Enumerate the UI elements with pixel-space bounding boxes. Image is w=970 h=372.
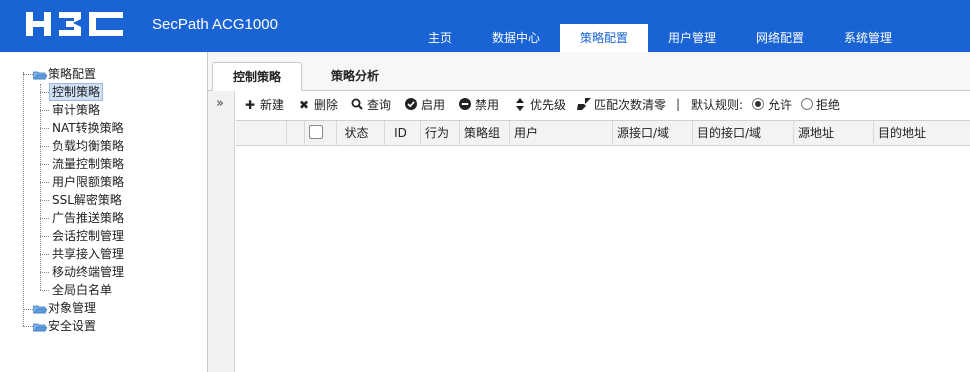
tree-connector — [40, 110, 49, 111]
top-header: SecPath ACG1000 主页 数据中心 策略配置 用户管理 网络配置 系… — [0, 0, 970, 52]
disable-label: 禁用 — [475, 98, 500, 112]
tree-connector — [40, 290, 49, 291]
tree-item-audit-policy[interactable]: 审计策略 — [52, 101, 100, 119]
tree-item-load-balance-policy[interactable]: 负载均衡策略 — [52, 137, 124, 155]
column-header-src-address[interactable]: 源地址 — [793, 121, 873, 145]
column-header-dst-interface[interactable]: 目的接口/域 — [692, 121, 793, 145]
clear-match-count-label: 匹配次数清零 — [594, 98, 667, 112]
product-name: SecPath ACG1000 — [152, 16, 278, 33]
column-header-user[interactable]: 用户 — [509, 121, 612, 145]
folder-icon — [33, 323, 47, 332]
tab-policy-analysis[interactable]: 策略分析 — [310, 62, 400, 91]
expand-panel-icon[interactable]: » — [216, 96, 224, 111]
default-rule-label: 默认规则: — [691, 98, 744, 112]
query-label: 查询 — [367, 98, 392, 112]
priority-label: 优先级 — [530, 98, 567, 112]
minus-circle-icon — [458, 97, 472, 113]
column-header-src-interface[interactable]: 源接口/域 — [612, 121, 692, 145]
column-header-status[interactable]: 状态 — [336, 121, 376, 145]
nav-home[interactable]: 主页 — [396, 24, 484, 52]
tree-connector — [40, 146, 49, 147]
tree-connector — [23, 72, 24, 326]
nav-user-management[interactable]: 用户管理 — [648, 24, 736, 52]
collapse-strip — [208, 91, 235, 372]
disable-button[interactable]: 禁用 — [458, 97, 499, 113]
tree-connector — [23, 309, 33, 310]
tree-connector — [23, 326, 33, 327]
tree-item-nat-policy[interactable]: NAT转换策略 — [52, 119, 124, 137]
nav-data-center[interactable]: 数据中心 — [472, 24, 560, 52]
h3c-logo — [26, 12, 123, 36]
new-label: 新建 — [260, 98, 285, 112]
folder-icon — [33, 305, 47, 314]
nav-system-management[interactable]: 系统管理 — [824, 24, 912, 52]
tree-connector — [40, 164, 49, 165]
delete-button[interactable]: ✖ 删除 — [297, 97, 338, 113]
deny-label[interactable]: 拒绝 — [816, 97, 840, 113]
x-icon: ✖ — [298, 98, 310, 112]
enable-label: 启用 — [421, 98, 446, 112]
tree-connector — [40, 236, 49, 237]
priority-button[interactable]: 优先级 — [513, 97, 566, 113]
tree-connector — [40, 254, 49, 255]
enable-button[interactable]: 启用 — [404, 97, 445, 113]
new-button[interactable]: ✚ 新建 — [243, 97, 284, 113]
tree-connector — [40, 218, 49, 219]
nav-policy-config[interactable]: 策略配置 — [560, 24, 648, 52]
nav-network-config[interactable]: 网络配置 — [736, 24, 824, 52]
table-header-cell — [286, 121, 304, 145]
tree-item-ad-push-policy[interactable]: 广告推送策略 — [52, 209, 124, 227]
tree-item-control-policy[interactable]: 控制策略 — [49, 83, 104, 101]
select-all-checkbox[interactable] — [309, 125, 323, 139]
check-circle-icon — [404, 97, 418, 113]
tree-connector — [40, 84, 41, 290]
tree-connector — [40, 200, 49, 201]
column-header-id[interactable]: ID — [384, 121, 416, 145]
allow-label[interactable]: 允许 — [768, 97, 792, 113]
column-header-dst-address[interactable]: 目的地址 — [873, 121, 970, 145]
broom-icon — [577, 97, 591, 113]
clear-match-count-button[interactable]: 匹配次数清零 — [577, 97, 666, 113]
search-icon — [350, 97, 364, 113]
tree-item-user-quota-policy[interactable]: 用户限额策略 — [52, 173, 124, 191]
table-body — [236, 146, 970, 372]
deny-radio[interactable] — [801, 98, 813, 110]
tree-item-ssl-decrypt-policy[interactable]: SSL解密策略 — [52, 191, 122, 209]
tree-connector — [40, 272, 49, 273]
tree-item-traffic-control-policy[interactable]: 流量控制策略 — [52, 155, 124, 173]
delete-label: 删除 — [314, 98, 339, 112]
tree-item-mobile-terminal[interactable]: 移动终端管理 — [52, 263, 124, 281]
column-header-action[interactable]: 行为 — [420, 121, 458, 145]
tree-item-policy-config[interactable]: 策略配置 — [48, 65, 96, 83]
column-header-policy-group[interactable]: 策略组 — [459, 121, 509, 145]
tree-item-session-control[interactable]: 会话控制管理 — [52, 227, 124, 245]
tree-item-global-whitelist[interactable]: 全局白名单 — [52, 281, 112, 299]
tree-connector — [23, 74, 33, 75]
tree-connector — [40, 182, 49, 183]
query-button[interactable]: 查询 — [350, 97, 391, 113]
tree-item-object-management[interactable]: 对象管理 — [48, 299, 96, 317]
folder-open-icon — [33, 71, 47, 80]
tree-connector — [40, 92, 49, 93]
plus-icon: ✚ — [244, 98, 256, 112]
tree-connector — [40, 128, 49, 129]
toolbar-separator: | — [676, 97, 681, 111]
sort-icon — [513, 97, 527, 113]
tree-item-shared-access[interactable]: 共享接入管理 — [52, 245, 124, 263]
allow-radio[interactable] — [752, 98, 764, 110]
tree-item-security-settings[interactable]: 安全设置 — [48, 317, 96, 335]
tab-control-policy[interactable]: 控制策略 — [212, 62, 302, 91]
